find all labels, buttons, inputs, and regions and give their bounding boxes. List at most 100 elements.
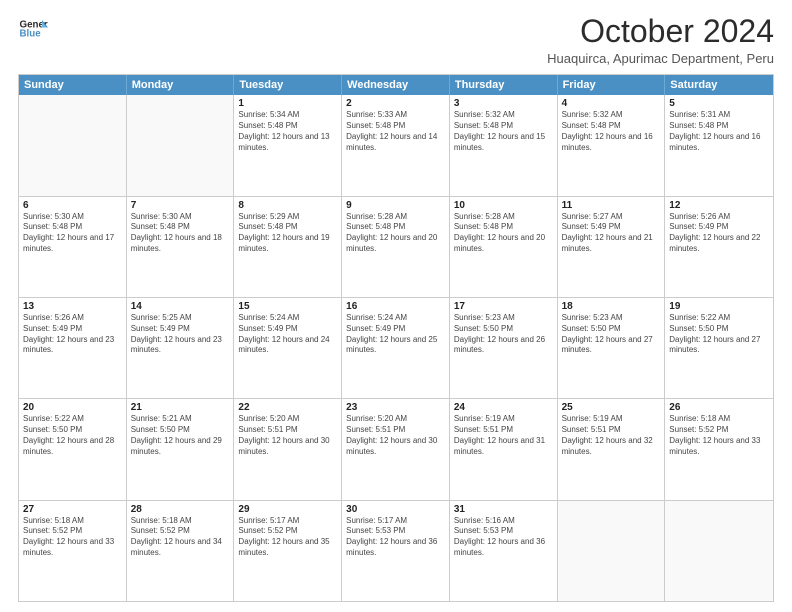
calendar-cell: 27Sunrise: 5:18 AM Sunset: 5:52 PM Dayli… <box>19 501 127 601</box>
cell-day-number: 20 <box>23 402 122 413</box>
calendar-cell: 6Sunrise: 5:30 AM Sunset: 5:48 PM Daylig… <box>19 197 127 297</box>
cell-day-number: 6 <box>23 200 122 211</box>
calendar-cell: 15Sunrise: 5:24 AM Sunset: 5:49 PM Dayli… <box>234 298 342 398</box>
cell-info: Sunrise: 5:19 AM Sunset: 5:51 PM Dayligh… <box>562 414 661 457</box>
cell-info: Sunrise: 5:32 AM Sunset: 5:48 PM Dayligh… <box>454 110 553 153</box>
calendar-cell: 14Sunrise: 5:25 AM Sunset: 5:49 PM Dayli… <box>127 298 235 398</box>
cell-info: Sunrise: 5:30 AM Sunset: 5:48 PM Dayligh… <box>131 212 230 255</box>
cell-info: Sunrise: 5:22 AM Sunset: 5:50 PM Dayligh… <box>669 313 769 356</box>
cell-info: Sunrise: 5:21 AM Sunset: 5:50 PM Dayligh… <box>131 414 230 457</box>
cell-day-number: 24 <box>454 402 553 413</box>
calendar-cell: 28Sunrise: 5:18 AM Sunset: 5:52 PM Dayli… <box>127 501 235 601</box>
cell-day-number: 3 <box>454 98 553 109</box>
calendar-cell: 21Sunrise: 5:21 AM Sunset: 5:50 PM Dayli… <box>127 399 235 499</box>
cell-day-number: 27 <box>23 504 122 515</box>
cell-info: Sunrise: 5:31 AM Sunset: 5:48 PM Dayligh… <box>669 110 769 153</box>
calendar-cell: 9Sunrise: 5:28 AM Sunset: 5:48 PM Daylig… <box>342 197 450 297</box>
cell-day-number: 1 <box>238 98 337 109</box>
cell-day-number: 11 <box>562 200 661 211</box>
calendar-cell <box>127 95 235 195</box>
cell-day-number: 13 <box>23 301 122 312</box>
cell-info: Sunrise: 5:17 AM Sunset: 5:53 PM Dayligh… <box>346 516 445 559</box>
cell-info: Sunrise: 5:26 AM Sunset: 5:49 PM Dayligh… <box>669 212 769 255</box>
cell-day-number: 28 <box>131 504 230 515</box>
calendar-cell <box>19 95 127 195</box>
calendar-cell: 26Sunrise: 5:18 AM Sunset: 5:52 PM Dayli… <box>665 399 773 499</box>
calendar-cell: 22Sunrise: 5:20 AM Sunset: 5:51 PM Dayli… <box>234 399 342 499</box>
calendar-cell: 4Sunrise: 5:32 AM Sunset: 5:48 PM Daylig… <box>558 95 666 195</box>
calendar-cell: 7Sunrise: 5:30 AM Sunset: 5:48 PM Daylig… <box>127 197 235 297</box>
calendar-cell: 25Sunrise: 5:19 AM Sunset: 5:51 PM Dayli… <box>558 399 666 499</box>
calendar-row-3: 13Sunrise: 5:26 AM Sunset: 5:49 PM Dayli… <box>19 298 773 399</box>
cell-day-number: 22 <box>238 402 337 413</box>
calendar-cell: 30Sunrise: 5:17 AM Sunset: 5:53 PM Dayli… <box>342 501 450 601</box>
calendar-cell: 13Sunrise: 5:26 AM Sunset: 5:49 PM Dayli… <box>19 298 127 398</box>
calendar-cell: 10Sunrise: 5:28 AM Sunset: 5:48 PM Dayli… <box>450 197 558 297</box>
cell-info: Sunrise: 5:24 AM Sunset: 5:49 PM Dayligh… <box>238 313 337 356</box>
cell-day-number: 25 <box>562 402 661 413</box>
calendar-row-5: 27Sunrise: 5:18 AM Sunset: 5:52 PM Dayli… <box>19 501 773 601</box>
cell-day-number: 21 <box>131 402 230 413</box>
cell-day-number: 10 <box>454 200 553 211</box>
cell-info: Sunrise: 5:32 AM Sunset: 5:48 PM Dayligh… <box>562 110 661 153</box>
cell-info: Sunrise: 5:28 AM Sunset: 5:48 PM Dayligh… <box>454 212 553 255</box>
header-sunday: Sunday <box>19 75 127 95</box>
cell-info: Sunrise: 5:27 AM Sunset: 5:49 PM Dayligh… <box>562 212 661 255</box>
cell-day-number: 18 <box>562 301 661 312</box>
calendar-cell: 12Sunrise: 5:26 AM Sunset: 5:49 PM Dayli… <box>665 197 773 297</box>
calendar-cell: 29Sunrise: 5:17 AM Sunset: 5:52 PM Dayli… <box>234 501 342 601</box>
calendar-cell: 11Sunrise: 5:27 AM Sunset: 5:49 PM Dayli… <box>558 197 666 297</box>
page-header: General Blue October 2024 Huaquirca, Apu… <box>18 14 774 66</box>
calendar-row-1: 1Sunrise: 5:34 AM Sunset: 5:48 PM Daylig… <box>19 95 773 196</box>
cell-info: Sunrise: 5:17 AM Sunset: 5:52 PM Dayligh… <box>238 516 337 559</box>
cell-info: Sunrise: 5:33 AM Sunset: 5:48 PM Dayligh… <box>346 110 445 153</box>
header-monday: Monday <box>127 75 235 95</box>
main-title: October 2024 <box>547 14 774 49</box>
calendar-cell: 23Sunrise: 5:20 AM Sunset: 5:51 PM Dayli… <box>342 399 450 499</box>
cell-day-number: 2 <box>346 98 445 109</box>
cell-day-number: 16 <box>346 301 445 312</box>
cell-info: Sunrise: 5:29 AM Sunset: 5:48 PM Dayligh… <box>238 212 337 255</box>
calendar-cell: 1Sunrise: 5:34 AM Sunset: 5:48 PM Daylig… <box>234 95 342 195</box>
calendar-cell: 17Sunrise: 5:23 AM Sunset: 5:50 PM Dayli… <box>450 298 558 398</box>
calendar-cell <box>558 501 666 601</box>
header-saturday: Saturday <box>665 75 773 95</box>
header-thursday: Thursday <box>450 75 558 95</box>
cell-info: Sunrise: 5:30 AM Sunset: 5:48 PM Dayligh… <box>23 212 122 255</box>
cell-info: Sunrise: 5:24 AM Sunset: 5:49 PM Dayligh… <box>346 313 445 356</box>
calendar-cell: 31Sunrise: 5:16 AM Sunset: 5:53 PM Dayli… <box>450 501 558 601</box>
cell-info: Sunrise: 5:19 AM Sunset: 5:51 PM Dayligh… <box>454 414 553 457</box>
cell-day-number: 26 <box>669 402 769 413</box>
cell-day-number: 4 <box>562 98 661 109</box>
calendar-cell <box>665 501 773 601</box>
header-wednesday: Wednesday <box>342 75 450 95</box>
calendar-cell: 16Sunrise: 5:24 AM Sunset: 5:49 PM Dayli… <box>342 298 450 398</box>
cell-day-number: 31 <box>454 504 553 515</box>
calendar-header: Sunday Monday Tuesday Wednesday Thursday… <box>19 75 773 95</box>
cell-info: Sunrise: 5:16 AM Sunset: 5:53 PM Dayligh… <box>454 516 553 559</box>
cell-info: Sunrise: 5:18 AM Sunset: 5:52 PM Dayligh… <box>23 516 122 559</box>
cell-day-number: 9 <box>346 200 445 211</box>
cell-day-number: 8 <box>238 200 337 211</box>
cell-info: Sunrise: 5:25 AM Sunset: 5:49 PM Dayligh… <box>131 313 230 356</box>
calendar-cell: 5Sunrise: 5:31 AM Sunset: 5:48 PM Daylig… <box>665 95 773 195</box>
cell-info: Sunrise: 5:23 AM Sunset: 5:50 PM Dayligh… <box>562 313 661 356</box>
calendar-body: 1Sunrise: 5:34 AM Sunset: 5:48 PM Daylig… <box>19 95 773 601</box>
cell-info: Sunrise: 5:34 AM Sunset: 5:48 PM Dayligh… <box>238 110 337 153</box>
cell-info: Sunrise: 5:26 AM Sunset: 5:49 PM Dayligh… <box>23 313 122 356</box>
calendar-cell: 24Sunrise: 5:19 AM Sunset: 5:51 PM Dayli… <box>450 399 558 499</box>
cell-info: Sunrise: 5:23 AM Sunset: 5:50 PM Dayligh… <box>454 313 553 356</box>
cell-info: Sunrise: 5:18 AM Sunset: 5:52 PM Dayligh… <box>131 516 230 559</box>
cell-day-number: 15 <box>238 301 337 312</box>
calendar-cell: 18Sunrise: 5:23 AM Sunset: 5:50 PM Dayli… <box>558 298 666 398</box>
svg-text:Blue: Blue <box>20 29 42 40</box>
cell-day-number: 5 <box>669 98 769 109</box>
cell-day-number: 17 <box>454 301 553 312</box>
calendar: Sunday Monday Tuesday Wednesday Thursday… <box>18 74 774 602</box>
cell-info: Sunrise: 5:22 AM Sunset: 5:50 PM Dayligh… <box>23 414 122 457</box>
cell-day-number: 30 <box>346 504 445 515</box>
calendar-row-4: 20Sunrise: 5:22 AM Sunset: 5:50 PM Dayli… <box>19 399 773 500</box>
calendar-cell: 3Sunrise: 5:32 AM Sunset: 5:48 PM Daylig… <box>450 95 558 195</box>
cell-day-number: 29 <box>238 504 337 515</box>
calendar-cell: 19Sunrise: 5:22 AM Sunset: 5:50 PM Dayli… <box>665 298 773 398</box>
